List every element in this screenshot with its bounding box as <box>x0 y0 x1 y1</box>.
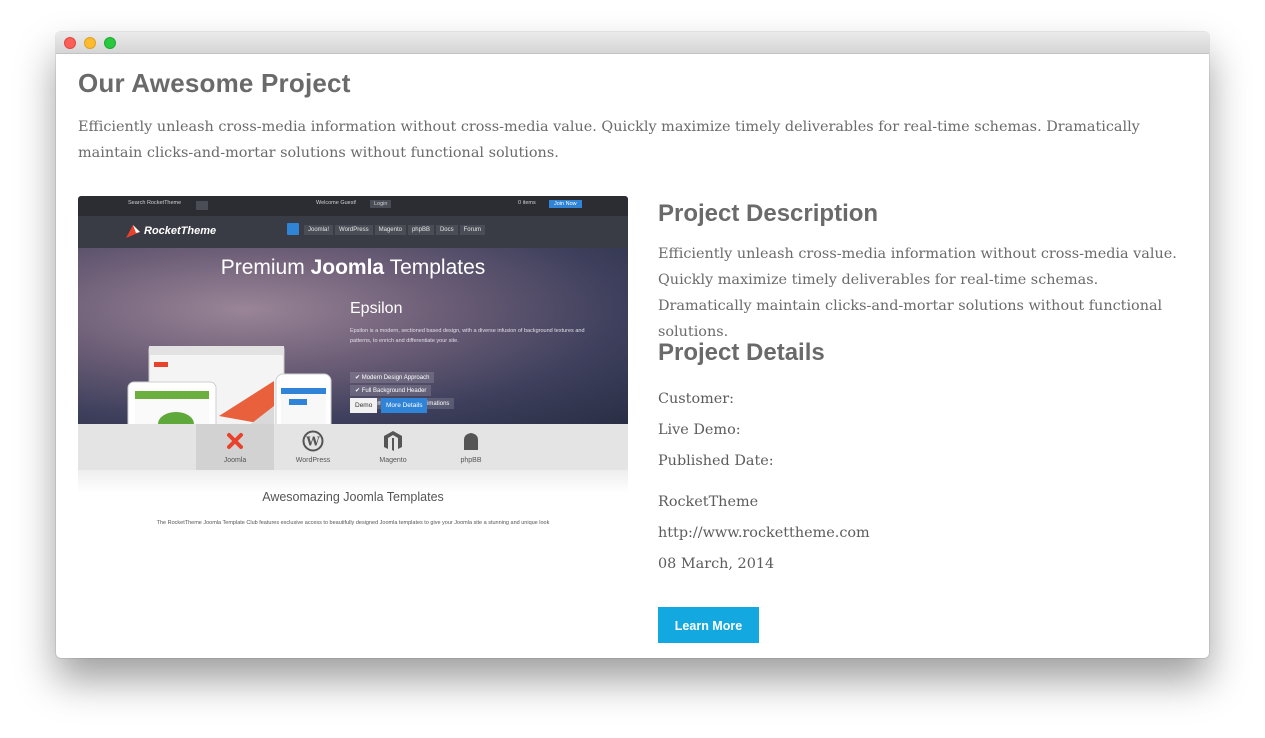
screenshot-footer: Awesomazing Joomla Templates The RocketT… <box>78 470 628 536</box>
live-demo-link[interactable]: http://www.rockettheme.com <box>658 525 870 541</box>
wordpress-icon: W <box>302 430 324 452</box>
screenshot-join: Join Now <box>549 200 582 208</box>
minimize-window-button[interactable] <box>84 37 96 49</box>
screenshot-nav-items: Joomla! WordPress Magento phpBB Docs Forum <box>304 225 487 235</box>
screenshot-cart: 0 items <box>518 200 536 206</box>
platform-label: Joomla <box>223 457 247 464</box>
project-details-heading: Project Details <box>658 339 825 366</box>
screenshot-hero-title: Premium Joomla Templates <box>78 256 628 280</box>
platform-tab-phpbb: phpBB <box>432 424 510 470</box>
screenshot-feature: ✔ Full Background Header <box>350 385 432 396</box>
project-screenshot[interactable]: Search RocketTheme Welcome Guest! Login … <box>78 196 628 536</box>
platform-label: WordPress <box>295 457 331 464</box>
screenshot-navbar: RocketTheme Joomla! WordPress Magento phpBB… <box>78 216 628 248</box>
intro-text: Efficiently unleash cross-media informat… <box>78 119 1140 161</box>
screenshot-product-name: Epsilon <box>350 300 403 317</box>
page-content: Our Awesome Project Efficiently unleash … <box>78 54 1187 658</box>
magento-icon <box>384 431 402 451</box>
published-date-label: Published Date: <box>658 453 774 469</box>
project-description-text: Efficiently unleash cross-media informat… <box>658 246 1177 340</box>
screenshot-product-desc: Epsilon is a modern, sectioned based des… <box>350 328 585 344</box>
screenshot-search-icon <box>196 201 208 210</box>
joomla-icon <box>227 433 243 449</box>
screenshot-footer-title: Awesomazing Joomla Templates <box>262 490 444 504</box>
screenshot-home-icon <box>287 223 299 235</box>
screenshot-nav-item: phpBB <box>407 225 434 235</box>
page-title: Our Awesome Project <box>78 68 351 98</box>
screenshot-platform-bar: Joomla W WordPress Magento phpBB <box>78 424 628 470</box>
svg-text:W: W <box>305 435 320 449</box>
platform-label: Magento <box>379 457 407 464</box>
screenshot-welcome: Welcome Guest! <box>316 200 357 206</box>
platform-tab-wordpress: W WordPress <box>274 424 352 470</box>
hero-title-part: Premium <box>220 256 311 279</box>
screenshot-more-button: More Details <box>381 398 428 413</box>
hero-title-bold: Joomla <box>310 256 385 279</box>
published-date-value: 08 March, 2014 <box>658 556 775 572</box>
platform-label: phpBB <box>460 457 482 464</box>
screenshot-nav-item: WordPress <box>335 225 373 235</box>
platform-tab-magento: Magento <box>354 424 432 470</box>
platform-tab-joomla: Joomla <box>196 424 274 470</box>
screenshot-topbar: Search RocketTheme Welcome Guest! Login … <box>78 196 628 216</box>
learn-more-button[interactable]: Learn More <box>658 607 759 643</box>
hero-title-end: Templates <box>384 256 486 279</box>
screenshot-feature: ✔ Modern Design Approach <box>350 372 435 383</box>
window-titlebar <box>56 32 1209 54</box>
screenshot-nav-item: Magento <box>374 225 406 235</box>
customer-value: RocketTheme <box>658 494 759 510</box>
screenshot-logo: RocketTheme <box>144 225 217 237</box>
screenshot-nav-item: Forum <box>459 225 485 235</box>
customer-label: Customer: <box>658 391 735 407</box>
close-window-button[interactable] <box>64 37 76 49</box>
rocket-logo-icon <box>126 225 140 238</box>
phpbb-icon <box>464 433 478 450</box>
screenshot-nav-item: Docs <box>435 225 458 235</box>
screenshot-footer-desc: The RocketTheme Joomla Template Club fea… <box>156 520 550 526</box>
browser-window: Our Awesome Project Efficiently unleash … <box>56 32 1209 658</box>
live-demo-label: Live Demo: <box>658 422 741 438</box>
screenshot-nav-item: Joomla! <box>304 225 334 235</box>
feature-label: Full Background Header <box>361 388 427 394</box>
screenshot-login: Login <box>370 200 392 208</box>
screenshot-search-label: Search RocketTheme <box>128 200 182 206</box>
project-description-heading: Project Description <box>658 200 879 227</box>
feature-label: Modern Design Approach <box>361 375 430 381</box>
zoom-window-button[interactable] <box>104 37 116 49</box>
screenshot-demo-button: Demo <box>350 398 378 413</box>
